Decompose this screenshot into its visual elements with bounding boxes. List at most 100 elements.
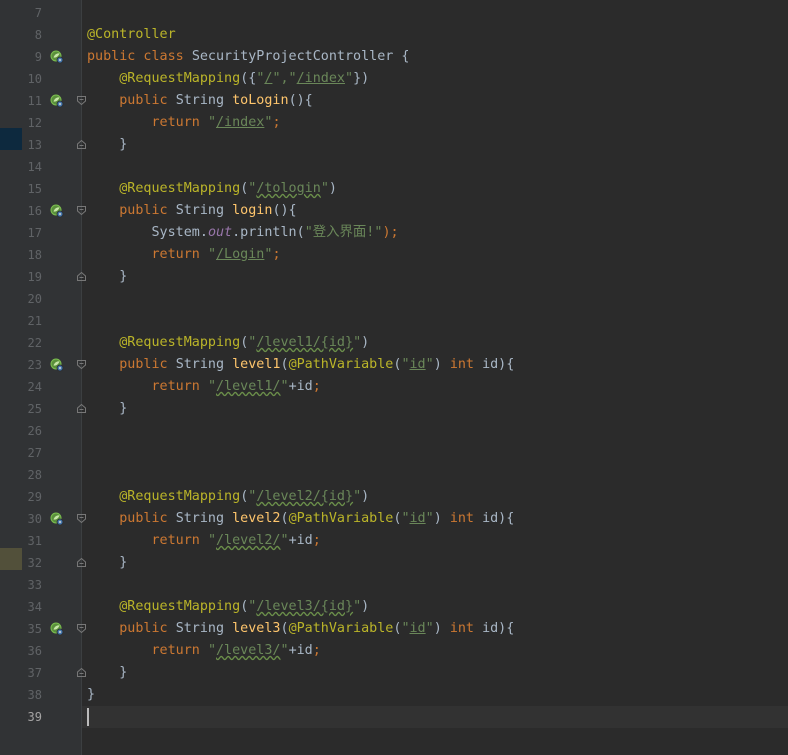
code-line[interactable]: }	[87, 398, 127, 420]
code-token: @Controller	[87, 27, 176, 42]
code-token: }	[119, 555, 128, 570]
code-line[interactable]: public String toLogin(){	[87, 90, 313, 112]
code-token: ;	[312, 533, 321, 548]
line-number[interactable]: 35	[22, 618, 42, 640]
line-number[interactable]: 28	[22, 464, 42, 486]
code-line[interactable]: return "/level1/"+id;	[87, 376, 321, 398]
code-token: "	[207, 533, 216, 548]
line-number[interactable]: 22	[22, 332, 42, 354]
line-number[interactable]: 9	[22, 46, 42, 68]
code-line[interactable]: return "/level3/"+id;	[87, 640, 321, 662]
code-token: "	[320, 181, 329, 196]
code-line[interactable]: @RequestMapping("/level2/{id}")	[87, 486, 369, 508]
code-token: id){	[482, 511, 515, 526]
code-line[interactable]: @RequestMapping("/level3/{id}")	[87, 596, 369, 618]
request-mapping-icon[interactable]	[50, 512, 64, 526]
request-mapping-icon[interactable]	[50, 204, 64, 218]
line-number[interactable]: 11	[22, 90, 42, 112]
request-mapping-icon[interactable]	[50, 622, 64, 636]
line-number[interactable]: 18	[22, 244, 42, 266]
code-token: @RequestMapping	[119, 335, 241, 350]
line-number[interactable]: 23	[22, 354, 42, 376]
line-number[interactable]: 17	[22, 222, 42, 244]
code-token: id	[409, 357, 426, 372]
code-line[interactable]: @RequestMapping("/tologin")	[87, 178, 337, 200]
line-number[interactable]: 38	[22, 684, 42, 706]
line-number[interactable]: 7	[22, 2, 42, 24]
line-number[interactable]: 25	[22, 398, 42, 420]
code-line[interactable]: public String login(){	[87, 200, 296, 222]
code-line[interactable]: public String level2(@PathVariable("id")…	[87, 508, 514, 530]
line-number[interactable]: 13	[22, 134, 42, 156]
code-token: return	[151, 533, 208, 548]
request-mapping-icon[interactable]	[50, 94, 64, 108]
line-number[interactable]: 15	[22, 178, 42, 200]
line-number[interactable]: 37	[22, 662, 42, 684]
code-token: (	[280, 357, 289, 372]
fold-open-icon[interactable]	[77, 360, 86, 369]
line-number[interactable]: 10	[22, 68, 42, 90]
code-token: "	[401, 621, 410, 636]
fold-close-icon[interactable]	[77, 140, 86, 149]
fold-close-icon[interactable]	[77, 404, 86, 413]
fold-close-icon[interactable]	[77, 558, 86, 567]
fold-open-icon[interactable]	[77, 206, 86, 215]
code-line[interactable]: @Controller	[87, 24, 176, 46]
fold-open-icon[interactable]	[77, 96, 86, 105]
code-line[interactable]: }	[87, 266, 127, 288]
code-line[interactable]: @RequestMapping("/level1/{id}")	[87, 332, 369, 354]
code-line[interactable]: public String level3(@PathVariable("id")…	[87, 618, 514, 640]
code-token: )	[361, 489, 370, 504]
spring-bean-icon[interactable]	[50, 50, 64, 64]
gutter-separator	[81, 0, 82, 755]
code-line[interactable]: }	[87, 684, 95, 706]
code-token: );	[382, 225, 399, 240]
code-line[interactable]: return "/level2/"+id;	[87, 530, 321, 552]
line-number[interactable]: 19	[22, 266, 42, 288]
code-token: /index	[296, 71, 345, 86]
code-token: String	[175, 93, 233, 108]
fold-close-icon[interactable]	[77, 272, 86, 281]
code-line[interactable]: }	[87, 552, 127, 574]
code-line[interactable]: System.out.println("登入界面!");	[87, 222, 399, 244]
line-number[interactable]: 30	[22, 508, 42, 530]
request-mapping-icon[interactable]	[50, 358, 64, 372]
line-number[interactable]: 31	[22, 530, 42, 552]
line-number[interactable]: 20	[22, 288, 42, 310]
fold-close-icon[interactable]	[77, 668, 86, 677]
line-number[interactable]: 39	[22, 706, 42, 728]
code-token: /Login	[216, 247, 265, 262]
code-token: public	[119, 621, 176, 636]
line-number[interactable]: 12	[22, 112, 42, 134]
line-number[interactable]: 8	[22, 24, 42, 46]
code-token: ({	[240, 71, 257, 86]
code-line[interactable]: }	[87, 662, 127, 684]
line-number[interactable]: 32	[22, 552, 42, 574]
code-line[interactable]: public class SecurityProjectController {	[87, 46, 409, 68]
line-number[interactable]: 33	[22, 574, 42, 596]
line-number[interactable]: 14	[22, 156, 42, 178]
fold-open-icon[interactable]	[77, 624, 86, 633]
code-line[interactable]: return "/Login";	[87, 244, 281, 266]
code-token: level1	[232, 357, 281, 372]
code-line[interactable]: @RequestMapping({"/","/index"})	[87, 68, 369, 90]
line-number[interactable]: 16	[22, 200, 42, 222]
line-number[interactable]: 26	[22, 420, 42, 442]
line-number[interactable]: 36	[22, 640, 42, 662]
line-number[interactable]: 29	[22, 486, 42, 508]
code-line[interactable]: return "/index";	[87, 112, 281, 134]
code-token: int	[449, 511, 483, 526]
code-line[interactable]: }	[87, 134, 127, 156]
code-token: "	[353, 599, 362, 614]
line-number[interactable]: 21	[22, 310, 42, 332]
line-number[interactable]: 24	[22, 376, 42, 398]
line-number[interactable]: 27	[22, 442, 42, 464]
fold-open-icon[interactable]	[77, 514, 86, 523]
line-number[interactable]: 34	[22, 596, 42, 618]
code-token: "	[401, 357, 410, 372]
code-line[interactable]: public String level1(@PathVariable("id")…	[87, 354, 514, 376]
